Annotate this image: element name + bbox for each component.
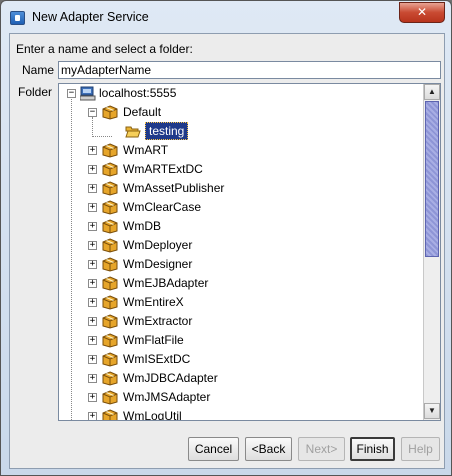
tree-node-package[interactable]: + WmFlatFile: [59, 331, 359, 350]
open-folder-icon: [125, 126, 141, 138]
tree-node-label: WmJDBCAdapter: [123, 371, 218, 385]
expand-icon[interactable]: +: [88, 374, 97, 383]
tree-node-label: WmFlatFile: [123, 333, 184, 347]
cancel-button[interactable]: Cancel: [188, 437, 239, 461]
expand-icon[interactable]: +: [88, 336, 97, 345]
tree-node-package[interactable]: + WmJDBCAdapter: [59, 369, 359, 388]
tree-node-package[interactable]: + WmDeployer: [59, 236, 359, 255]
collapse-icon[interactable]: −: [88, 108, 97, 117]
expand-icon[interactable]: +: [88, 165, 97, 174]
close-button[interactable]: ✕: [399, 2, 445, 23]
package-icon: [102, 162, 118, 177]
package-icon: [102, 333, 118, 348]
tree-node-label: WmDeployer: [123, 238, 193, 252]
expand-icon[interactable]: +: [88, 317, 97, 326]
tree-node-package[interactable]: + WmEntireX: [59, 293, 359, 312]
expand-icon[interactable]: +: [88, 241, 97, 250]
expand-icon[interactable]: +: [88, 222, 97, 231]
tree-node-label: WmEJBAdapter: [123, 276, 209, 290]
package-icon: [102, 181, 118, 196]
name-input[interactable]: [58, 61, 441, 79]
scrollbar-thumb[interactable]: [425, 101, 439, 257]
app-icon: [10, 11, 25, 25]
tree-node-label: WmDB: [123, 219, 161, 233]
package-icon: [102, 371, 118, 386]
window-title: New Adapter Service: [32, 10, 149, 24]
tree-node-root[interactable]: − localhost:5555: [59, 84, 359, 103]
server-icon: [80, 86, 96, 101]
tree-node-label: WmISExtDC: [123, 352, 191, 366]
tree-node-package[interactable]: + WmLogUtil: [59, 407, 359, 420]
vertical-scrollbar[interactable]: ▲ ▼: [423, 84, 440, 420]
instruction-text: Enter a name and select a folder:: [16, 42, 193, 56]
back-button[interactable]: <Back: [245, 437, 292, 461]
tree-node-label: WmAssetPublisher: [123, 181, 225, 195]
tree-node-label: localhost:5555: [99, 86, 177, 100]
tree-node-label: WmExtractor: [123, 314, 193, 328]
package-icon: [102, 276, 118, 291]
name-label: Name: [22, 63, 55, 77]
tree-node-package[interactable]: + WmISExtDC: [59, 350, 359, 369]
folder-label: Folder: [18, 85, 53, 99]
dialog-window: New Adapter Service ✕ Enter a name and s…: [0, 0, 452, 476]
package-icon: [102, 105, 118, 120]
close-icon: ✕: [416, 5, 428, 19]
expand-icon[interactable]: +: [88, 203, 97, 212]
tree-node-label: WmJMSAdapter: [123, 390, 211, 404]
finish-button[interactable]: Finish: [350, 437, 395, 461]
tree-node-label: WmLogUtil: [123, 409, 182, 420]
tree-node-label: WmARTExtDC: [123, 162, 203, 176]
tree-node-package[interactable]: + WmAssetPublisher: [59, 179, 359, 198]
package-icon: [102, 238, 118, 253]
tree-node-label: WmClearCase: [123, 200, 202, 214]
package-icon: [102, 352, 118, 367]
expand-icon[interactable]: +: [88, 298, 97, 307]
package-icon: [102, 257, 118, 272]
tree-node-default[interactable]: − Default: [59, 103, 359, 122]
tree-node-package[interactable]: + WmDesigner: [59, 255, 359, 274]
collapse-icon[interactable]: −: [67, 89, 76, 98]
tree-node-label: WmEntireX: [123, 295, 184, 309]
expand-icon[interactable]: +: [88, 393, 97, 402]
tree-node-package[interactable]: + WmJMSAdapter: [59, 388, 359, 407]
folder-tree[interactable]: − localhost:5555 − Default testing + WmA…: [58, 83, 441, 421]
tree-node-package[interactable]: + WmClearCase: [59, 198, 359, 217]
scroll-up-icon[interactable]: ▲: [424, 84, 440, 100]
package-icon: [102, 219, 118, 234]
package-icon: [102, 409, 118, 420]
expand-icon[interactable]: +: [88, 279, 97, 288]
package-icon: [102, 390, 118, 405]
tree-node-testing[interactable]: testing: [59, 122, 359, 141]
tree-node-label-selected: testing: [145, 122, 189, 140]
scroll-down-icon[interactable]: ▼: [424, 403, 440, 419]
tree-node-package[interactable]: + WmDB: [59, 217, 359, 236]
title-bar[interactable]: New Adapter Service ✕: [1, 1, 451, 33]
tree-node-label: WmDesigner: [123, 257, 193, 271]
package-icon: [102, 295, 118, 310]
package-icon: [102, 143, 118, 158]
package-icon: [102, 314, 118, 329]
package-icon: [102, 200, 118, 215]
tree-node-package[interactable]: + WmExtractor: [59, 312, 359, 331]
expand-icon[interactable]: +: [88, 412, 97, 420]
expand-icon[interactable]: +: [88, 355, 97, 364]
tree-node-package[interactable]: + WmEJBAdapter: [59, 274, 359, 293]
expand-icon[interactable]: +: [88, 146, 97, 155]
tree-node-label: WmART: [123, 143, 169, 157]
tree-node-package[interactable]: + WmARTExtDC: [59, 160, 359, 179]
expand-icon[interactable]: +: [88, 260, 97, 269]
tree-node-label: Default: [123, 105, 162, 119]
next-button[interactable]: Next>: [298, 437, 345, 461]
tree-body: − localhost:5555 − Default testing + WmA…: [59, 84, 423, 420]
help-button[interactable]: Help: [401, 437, 440, 461]
dialog-content: Enter a name and select a folder: Name F…: [9, 33, 445, 469]
expand-icon[interactable]: +: [88, 184, 97, 193]
tree-node-package[interactable]: + WmART: [59, 141, 359, 160]
